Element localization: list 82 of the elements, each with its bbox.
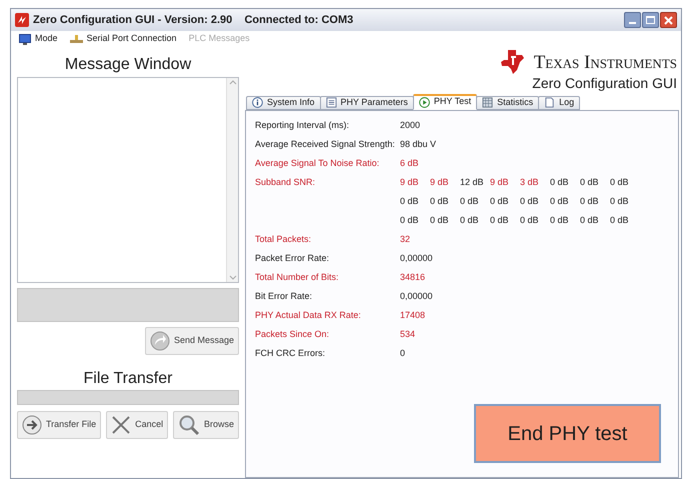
field-value: 0 dB xyxy=(490,196,510,208)
field-value: 0 dB xyxy=(460,196,480,208)
brand-name: Texas Instruments xyxy=(534,52,677,72)
field-value: 0,00000 xyxy=(400,292,434,302)
info-icon xyxy=(252,97,263,108)
field-label: FCH CRC Errors: xyxy=(255,348,326,360)
field-value: 0 dB xyxy=(580,196,600,208)
tab[interactable]: Statistics xyxy=(476,96,540,110)
message-window-title: Message Window xyxy=(64,55,192,73)
play-icon xyxy=(418,96,430,108)
field-label: Total Packets: xyxy=(255,234,312,246)
minimize-icon xyxy=(629,22,636,24)
field-value: 98 dbu V xyxy=(400,140,438,150)
field-value: 0 dB xyxy=(520,216,540,226)
file-transfer-title: File Transfer xyxy=(82,369,174,387)
field-value: 0 dB xyxy=(610,196,630,208)
minimize-button[interactable] xyxy=(624,12,641,28)
field-label: Average Signal To Noise Ratio: xyxy=(255,158,380,170)
end-phy-test-button[interactable]: End PHY test xyxy=(474,404,661,463)
message-input-field[interactable] xyxy=(17,288,239,322)
monitor-icon xyxy=(19,34,31,44)
brand-subtitle: Zero Configuration GUI xyxy=(532,75,677,92)
magnifier-icon xyxy=(178,414,200,436)
field-value: 9 dB xyxy=(430,178,450,188)
tab[interactable]: PHY Test xyxy=(412,94,478,110)
connector-icon xyxy=(70,34,83,44)
field-value: 0,00000 xyxy=(400,254,434,264)
field-value: 0 dB xyxy=(520,196,540,208)
document-icon xyxy=(326,97,337,108)
close-icon xyxy=(664,16,673,24)
field-value: 0 dB xyxy=(430,196,450,208)
field-value: 0 dB xyxy=(580,216,600,226)
field-value: 0 dB xyxy=(490,216,510,226)
field-value: 2000 xyxy=(400,120,422,132)
field-label: Reporting Interval (ms): xyxy=(255,120,350,132)
field-label: PHY Actual Data RX Rate: xyxy=(255,310,362,322)
field-value: 9 dB xyxy=(400,178,420,188)
scroll-down-icon xyxy=(228,275,236,280)
file-action-button[interactable]: Browse xyxy=(172,411,239,439)
cross-icon xyxy=(111,415,132,435)
field-value: 0 xyxy=(400,348,406,360)
field-value: 17408 xyxy=(400,310,426,322)
field-label: Packet Error Rate: xyxy=(255,254,330,264)
send-message-button[interactable]: Send Message xyxy=(144,327,239,355)
field-value: 3 dB xyxy=(520,178,540,188)
field-label: Bit Error Rate: xyxy=(255,292,314,302)
tab[interactable]: Log xyxy=(538,96,580,110)
field-value: 34816 xyxy=(400,272,426,284)
scroll-up-icon xyxy=(228,80,236,85)
field-value: 6 dB xyxy=(400,158,420,170)
field-value: 0 dB xyxy=(610,178,630,188)
state-map-logo-icon xyxy=(500,49,526,75)
field-value: 0 dB xyxy=(400,196,420,208)
tab[interactable]: PHY Parameters xyxy=(320,96,414,110)
maximize-button[interactable] xyxy=(642,12,659,28)
field-value: 0 dB xyxy=(430,216,450,226)
field-value: 32 xyxy=(400,234,412,246)
grid-icon xyxy=(482,97,494,108)
field-value: 0 dB xyxy=(550,196,570,208)
field-label: Subband SNR: xyxy=(255,178,316,188)
field-value: 0 dB xyxy=(550,216,570,226)
field-value: 0 dB xyxy=(550,178,570,188)
maximize-icon xyxy=(646,16,655,24)
scroll-bar[interactable] xyxy=(226,78,238,282)
close-button[interactable] xyxy=(660,12,677,28)
menu-item[interactable]: Mode xyxy=(19,32,58,46)
field-label: Total Number of Bits: xyxy=(255,272,340,284)
field-value: 12 dB xyxy=(460,178,485,188)
field-label: Packets Since On: xyxy=(255,330,330,340)
window-title: Zero Configuration GUI - Version: 2.90 Connected to: COM3 xyxy=(33,12,354,28)
field-value: 0 dB xyxy=(610,216,630,226)
field-value: 0 dB xyxy=(400,216,420,226)
field-value: 0 dB xyxy=(580,178,600,188)
field-label: Average Received Signal Strength: xyxy=(255,140,396,151)
field-value: 534 xyxy=(400,330,416,340)
app-logo-icon xyxy=(15,13,29,27)
tab[interactable]: System Info xyxy=(246,96,321,110)
field-value: 9 dB xyxy=(490,178,510,188)
field-value: 0 dB xyxy=(460,216,480,226)
menu-item[interactable]: Serial Port Connection xyxy=(70,32,177,46)
file-action-button[interactable]: Transfer File xyxy=(17,411,102,439)
file-action-button[interactable]: Cancel xyxy=(106,411,168,439)
